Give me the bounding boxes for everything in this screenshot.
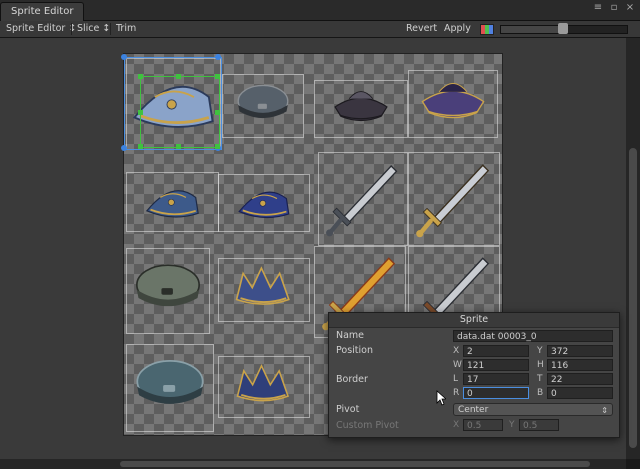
hat-sprite-icon bbox=[145, 190, 199, 218]
sword-sprite-icon bbox=[326, 165, 398, 237]
border-handle[interactable] bbox=[138, 74, 143, 79]
rgb-channels-icon[interactable] bbox=[480, 24, 494, 35]
sprite-cell-sword-gold[interactable] bbox=[408, 152, 500, 246]
custom-pivot-y-label: Y bbox=[509, 420, 515, 430]
border-handle[interactable] bbox=[176, 74, 181, 79]
border-handle[interactable] bbox=[138, 110, 143, 115]
border-handle[interactable] bbox=[138, 144, 143, 149]
window-controls: ≡ ▫ × bbox=[592, 2, 636, 14]
sprite-inspector-panel: Sprite Name data.dat 00003_0 Position X … bbox=[328, 312, 620, 438]
sprite-cell-cap-teal[interactable] bbox=[126, 344, 214, 432]
w-label: W bbox=[453, 360, 462, 370]
menu-icon[interactable]: ≡ bbox=[592, 2, 604, 14]
sprite-cell-tricorn-black[interactable] bbox=[314, 80, 408, 138]
border-b-field[interactable]: 0 bbox=[547, 387, 613, 399]
y-label: Y bbox=[537, 346, 543, 356]
panel-header: Sprite bbox=[329, 313, 619, 328]
b-label: B bbox=[537, 388, 544, 398]
custom-pivot-y-field: 0.5 bbox=[519, 419, 559, 431]
sword-sprite-icon bbox=[416, 164, 490, 238]
revert-button[interactable]: Revert bbox=[406, 21, 437, 37]
trim-button[interactable]: Trim bbox=[116, 21, 136, 37]
position-y-field[interactable]: 372 bbox=[547, 345, 613, 357]
pivot-label: Pivot bbox=[336, 404, 360, 415]
tricorn-sprite-icon bbox=[334, 91, 388, 122]
horizontal-scroll-thumb[interactable] bbox=[120, 461, 590, 467]
sprite-cell-hat-blue-gold-flat[interactable] bbox=[126, 172, 219, 232]
cap-sprite-icon bbox=[237, 84, 289, 119]
window-titlebar: Sprite Editor ≡ ▫ × bbox=[0, 0, 640, 21]
pivot-value: Center bbox=[458, 405, 489, 415]
position-h-field[interactable]: 116 bbox=[547, 359, 613, 371]
cap-sprite-icon bbox=[136, 360, 204, 404]
sprite-editor-dropdown[interactable]: Sprite Editor ↕ bbox=[6, 21, 76, 37]
name-field[interactable]: data.dat 00003_0 bbox=[453, 330, 613, 342]
h-label: H bbox=[537, 360, 544, 370]
cap-sprite-icon bbox=[136, 264, 200, 307]
crown-sprite-icon bbox=[236, 363, 290, 402]
tricorn-sprite-icon bbox=[421, 82, 485, 119]
r-label: R bbox=[453, 388, 460, 398]
sprite-border-guide[interactable] bbox=[140, 76, 220, 148]
apply-button[interactable]: Apply bbox=[444, 21, 471, 37]
custom-pivot-label: Custom Pivot bbox=[336, 420, 399, 431]
border-handle[interactable] bbox=[176, 144, 181, 149]
name-label: Name bbox=[336, 330, 365, 341]
sprite-cell-cap-dark-slate[interactable] bbox=[222, 74, 304, 138]
position-w-field[interactable]: 121 bbox=[463, 359, 529, 371]
border-r-field[interactable]: 0 bbox=[463, 387, 529, 399]
toolbar: Sprite Editor ↕ Slice ↕ Trim Revert Appl… bbox=[0, 21, 640, 38]
sprite-cell-crown-navy-gold[interactable] bbox=[218, 356, 310, 418]
border-handle[interactable] bbox=[215, 74, 220, 79]
t-label: T bbox=[537, 374, 543, 384]
position-label: Position bbox=[336, 345, 373, 356]
sprite-cell-crown-blue-gold[interactable] bbox=[218, 258, 310, 322]
custom-pivot-x-field: 0.5 bbox=[463, 419, 503, 431]
pivot-dropdown[interactable]: Center ⇕ bbox=[453, 403, 613, 416]
zoom-slider-knob[interactable] bbox=[558, 23, 568, 34]
vertical-scroll-thumb[interactable] bbox=[629, 148, 637, 448]
resize-handle-top-left[interactable] bbox=[121, 54, 127, 60]
close-icon[interactable]: × bbox=[624, 2, 636, 14]
zoom-slider-fill bbox=[500, 25, 562, 34]
hat-sprite-icon bbox=[238, 191, 290, 219]
custom-pivot-x-label: X bbox=[453, 420, 460, 430]
border-t-field[interactable]: 22 bbox=[547, 373, 613, 385]
sprite-cell-cap-olive[interactable] bbox=[126, 248, 210, 334]
dropdown-arrow-icon: ⇕ bbox=[601, 406, 608, 415]
x-label: X bbox=[453, 346, 460, 356]
tab-sprite-editor[interactable]: Sprite Editor bbox=[0, 2, 85, 21]
resize-handle-top-right[interactable] bbox=[215, 54, 221, 60]
border-label: Border bbox=[336, 374, 368, 385]
sprite-cell-tricorn-purple[interactable] bbox=[408, 70, 498, 138]
toolbar-divider bbox=[110, 23, 111, 35]
vertical-scrollbar[interactable] bbox=[626, 38, 640, 459]
sprite-cell-hat-navy-gold[interactable] bbox=[218, 174, 310, 232]
crown-sprite-icon bbox=[235, 266, 290, 305]
slice-dropdown[interactable]: Slice ↕ bbox=[77, 21, 110, 37]
position-x-field[interactable]: 2 bbox=[463, 345, 529, 357]
border-l-field[interactable]: 17 bbox=[463, 373, 529, 385]
sprite-cell-sword-steel[interactable] bbox=[318, 152, 408, 246]
border-handle[interactable] bbox=[215, 110, 220, 115]
resize-handle-bottom-left[interactable] bbox=[121, 145, 127, 151]
mouse-cursor-icon bbox=[436, 390, 446, 406]
horizontal-scrollbar[interactable] bbox=[0, 459, 626, 469]
l-label: L bbox=[453, 374, 459, 384]
border-handle[interactable] bbox=[215, 144, 220, 149]
toolbar-divider bbox=[71, 23, 72, 35]
maximize-icon[interactable]: ▫ bbox=[608, 2, 620, 14]
